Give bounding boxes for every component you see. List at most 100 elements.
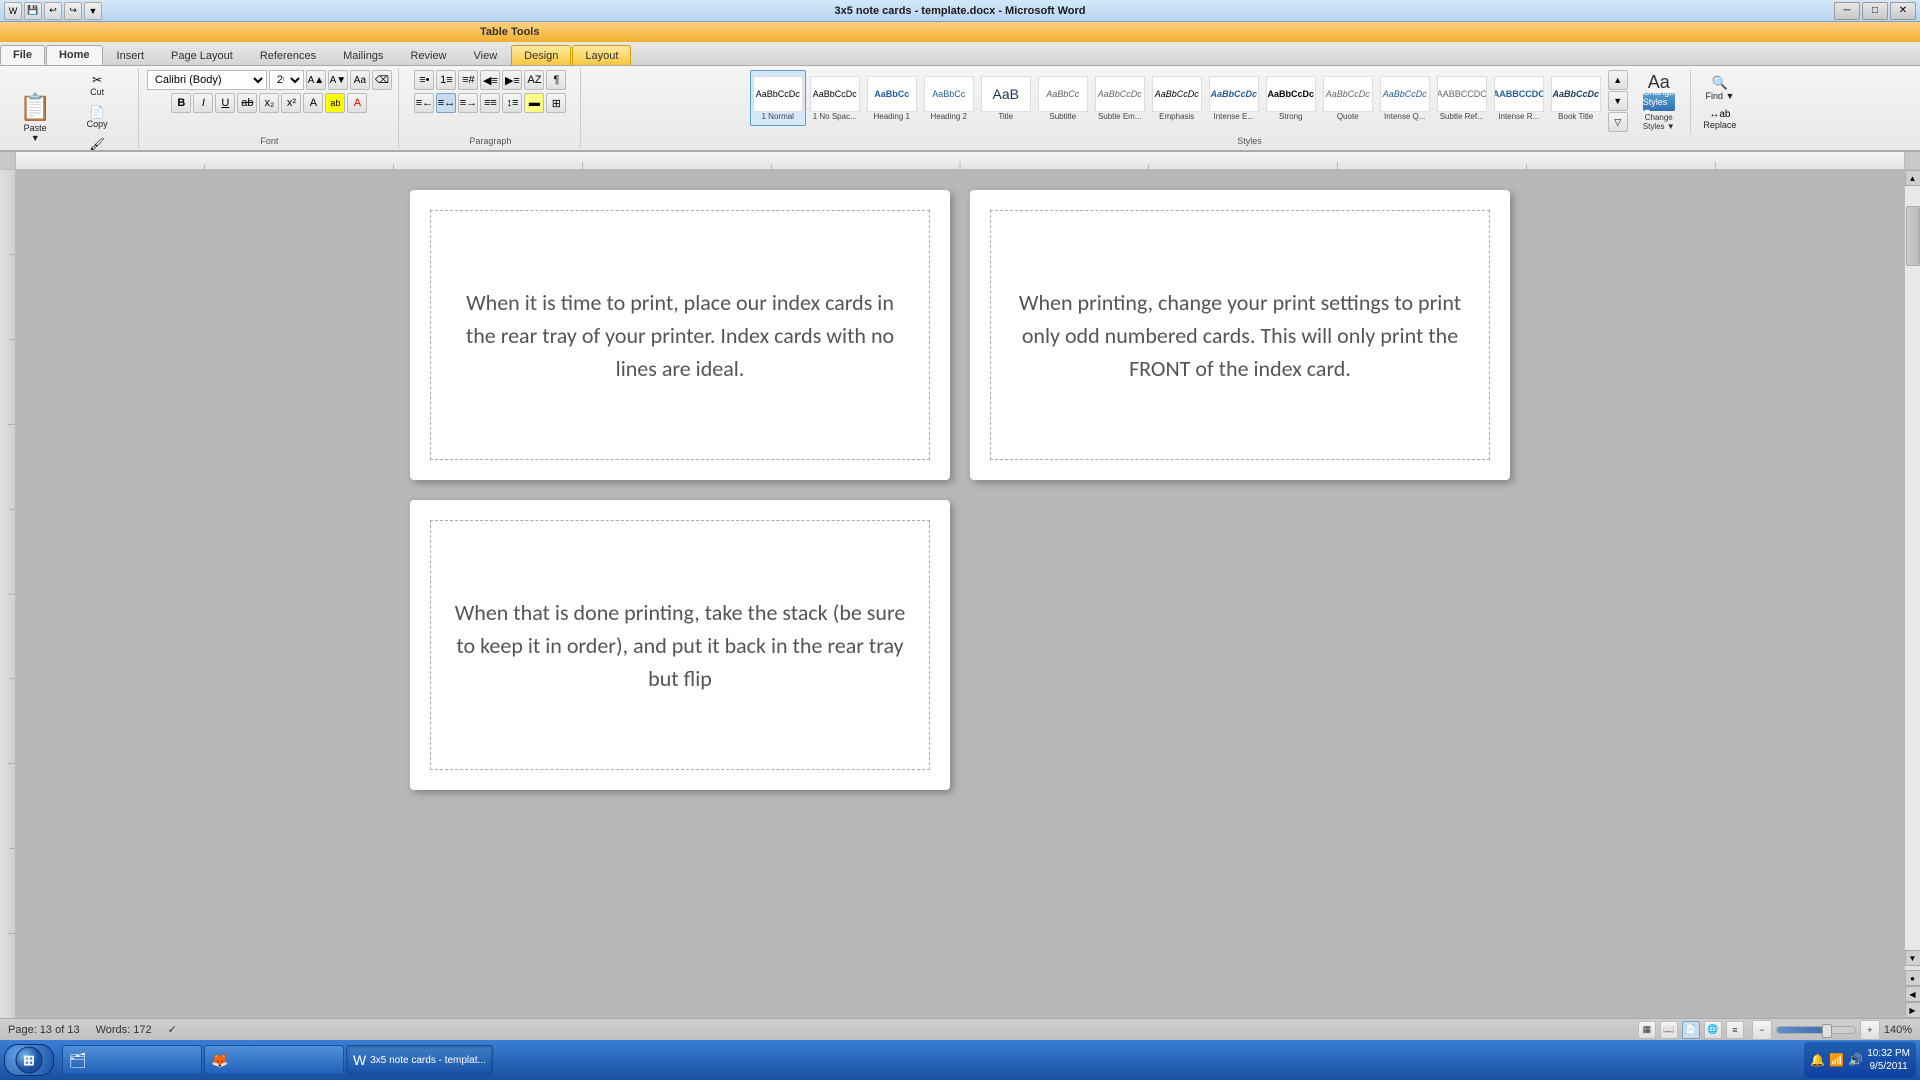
taskbar-app-firefox[interactable]: 🦊	[204, 1045, 344, 1075]
subscript-button[interactable]: x₂	[259, 93, 279, 113]
italic-button[interactable]: I	[193, 93, 213, 113]
font-name-select[interactable]: Calibri (Body)	[147, 70, 267, 90]
notification-icon[interactable]: 🔔	[1810, 1053, 1825, 1067]
find-button[interactable]: 🔍 Find ▼	[1697, 72, 1743, 104]
style-subtle-emphasis[interactable]: AaBbCcDc Subtle Em...	[1092, 70, 1148, 126]
replace-button[interactable]: ↔ab Replace	[1697, 106, 1743, 133]
align-right-button[interactable]: ≡→	[458, 93, 478, 113]
minimize-button[interactable]: ─	[1834, 2, 1860, 20]
tab-references[interactable]: References	[247, 45, 329, 65]
tab-page-layout[interactable]: Page Layout	[158, 45, 246, 65]
save-icon[interactable]: 💾	[24, 2, 42, 20]
spell-check-icon[interactable]: ✓	[168, 1023, 177, 1036]
scrollbar-thumb[interactable]	[1906, 206, 1920, 266]
customize-icon[interactable]: ▼	[84, 2, 102, 20]
scroll-up-button[interactable]: ▲	[1905, 170, 1920, 186]
view-print-layout-button[interactable]: 📄	[1682, 1021, 1700, 1039]
tab-review[interactable]: Review	[397, 45, 459, 65]
view-web-layout-button[interactable]: 🌐	[1704, 1021, 1722, 1039]
window-title: 3x5 note cards - template.docx - Microso…	[834, 5, 1085, 17]
style-intense-reference[interactable]: AaBbCcDc Intense R...	[1491, 70, 1547, 126]
view-fullscreen-reading-button[interactable]: 📖	[1660, 1021, 1678, 1039]
prev-page-button[interactable]: ◀	[1905, 986, 1920, 1002]
font-color-button[interactable]: A	[347, 93, 367, 113]
scrollbar-track[interactable]	[1905, 186, 1920, 950]
text-highlight-button[interactable]: ab	[325, 93, 345, 113]
multilevel-list-button[interactable]: ≡#	[458, 70, 478, 90]
zoom-slider[interactable]	[1776, 1026, 1856, 1034]
select-browse-object-button[interactable]: ●	[1905, 970, 1920, 986]
sort-button[interactable]: AZ	[524, 70, 544, 90]
volume-icon[interactable]: 🔊	[1848, 1053, 1863, 1067]
style-intense-quote[interactable]: AaBbCcDc Intense Q...	[1377, 70, 1433, 126]
styles-scroll-up-button[interactable]: ▲	[1608, 70, 1628, 90]
style-intense-emphasis[interactable]: AaBbCcDc Intense E...	[1206, 70, 1262, 126]
maximize-button[interactable]: □	[1862, 2, 1888, 20]
numbering-button[interactable]: 1≡	[436, 70, 456, 90]
borders-button[interactable]: ⊞	[546, 93, 566, 113]
underline-button[interactable]: U	[215, 93, 235, 113]
decrease-indent-button[interactable]: ◀≡	[480, 70, 500, 90]
style-heading2[interactable]: AaBbCc Heading 2	[921, 70, 977, 126]
text-effects-button[interactable]: A	[303, 93, 323, 113]
tab-file[interactable]: File	[0, 45, 45, 65]
paste-button[interactable]: 📋 Paste ▼	[10, 87, 60, 147]
style-book-title[interactable]: AaBbCcDc Book Title	[1548, 70, 1604, 126]
taskbar-word-label: 3x5 note cards - templat...	[370, 1055, 486, 1066]
zoom-in-button[interactable]: +	[1860, 1020, 1880, 1040]
tab-mailings[interactable]: Mailings	[330, 45, 396, 65]
style-subtle-reference[interactable]: AABBCcDc Subtle Ref...	[1434, 70, 1490, 126]
strikethrough-button[interactable]: ab	[237, 93, 257, 113]
align-left-button[interactable]: ≡←	[414, 93, 434, 113]
taskbar-app-word[interactable]: W 3x5 note cards - templat...	[346, 1045, 493, 1075]
next-page-button[interactable]: ▶	[1905, 1002, 1920, 1018]
tab-design[interactable]: Design	[511, 45, 571, 65]
styles-scroll-down-button[interactable]: ▼	[1608, 91, 1628, 111]
tab-layout[interactable]: Layout	[572, 45, 631, 65]
style-quote[interactable]: AaBbCcDc Quote	[1320, 70, 1376, 126]
clear-formatting-button[interactable]: ⌫	[372, 70, 392, 90]
close-button[interactable]: ✕	[1890, 2, 1916, 20]
shading-button[interactable]: ▬	[524, 93, 544, 113]
style-heading1[interactable]: AaBbCc Heading 1	[864, 70, 920, 126]
style-heading1-preview: AaBbCc	[867, 76, 917, 112]
scroll-down-button[interactable]: ▼	[1905, 950, 1920, 966]
styles-more-button[interactable]: ▽	[1608, 112, 1628, 132]
redo-icon[interactable]: ↪	[64, 2, 82, 20]
card-inner-2[interactable]: When printing, change your print setting…	[990, 210, 1490, 460]
justify-button[interactable]: ≡≡	[480, 93, 500, 113]
view-outline-button[interactable]: ≡	[1726, 1021, 1744, 1039]
tab-home[interactable]: Home	[46, 45, 103, 65]
undo-icon[interactable]: ↩	[44, 2, 62, 20]
style-no-spacing[interactable]: AaBbCcDc 1 No Spac...	[807, 70, 863, 126]
taskbar-app-windows[interactable]: 🗂	[62, 1045, 202, 1075]
card-inner-1[interactable]: When it is time to print, place our inde…	[430, 210, 930, 460]
superscript-button[interactable]: x²	[281, 93, 301, 113]
increase-indent-button[interactable]: ▶≡	[502, 70, 522, 90]
style-normal[interactable]: AaBbCcDc 1 Normal	[750, 70, 806, 126]
card-inner-3[interactable]: When that is done printing, take the sta…	[430, 520, 930, 770]
font-size-select[interactable]: 20	[269, 70, 304, 90]
copy-button[interactable]: 📄 Copy	[62, 102, 132, 132]
style-title[interactable]: AaB Title	[978, 70, 1034, 126]
style-strong[interactable]: AaBbCcDc Strong	[1263, 70, 1319, 126]
network-icon[interactable]: 📶	[1829, 1053, 1844, 1067]
change-case-button[interactable]: Aa	[350, 70, 370, 90]
view-normal-button[interactable]: ▦	[1638, 1021, 1656, 1039]
cut-button[interactable]: ✂ Cut	[62, 70, 132, 100]
bold-button[interactable]: B	[171, 93, 191, 113]
decrease-font-button[interactable]: A▼	[328, 70, 348, 90]
start-button[interactable]: ⊞	[4, 1044, 54, 1076]
zoom-thumb[interactable]	[1822, 1024, 1832, 1038]
tab-insert[interactable]: Insert	[104, 45, 158, 65]
line-spacing-button[interactable]: ↕≡	[502, 93, 522, 113]
increase-font-button[interactable]: A▲	[306, 70, 326, 90]
style-emphasis[interactable]: AaBbCcDc Emphasis	[1149, 70, 1205, 126]
bullets-button[interactable]: ≡•	[414, 70, 434, 90]
change-styles-button[interactable]: Aa ChangeStyles ▼ Change Styles ▼	[1634, 70, 1684, 132]
align-center-button[interactable]: ≡↔	[436, 93, 456, 113]
style-subtitle[interactable]: AaBbCc Subtitle	[1035, 70, 1091, 126]
tab-view[interactable]: View	[461, 45, 511, 65]
show-formatting-button[interactable]: ¶	[546, 70, 566, 90]
zoom-out-button[interactable]: −	[1752, 1020, 1772, 1040]
